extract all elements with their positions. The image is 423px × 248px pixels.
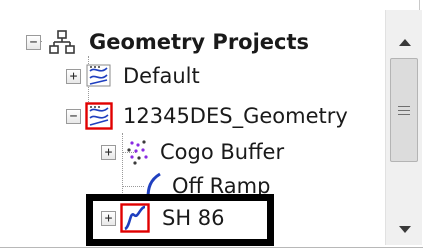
scrollbar-thumb[interactable]	[390, 58, 418, 162]
tree-node-label: Default	[123, 64, 200, 88]
scroll-up-arrow-icon[interactable]	[386, 25, 423, 59]
tree-panel: − Geometry Projects + Default − 12345DES…	[0, 0, 423, 248]
grip-icon	[398, 105, 410, 115]
tree-node-label: Cogo Buffer	[160, 140, 285, 164]
cogo-points-icon	[124, 139, 150, 165]
scroll-down-arrow-icon[interactable]	[386, 213, 423, 247]
alignment-set-selected-icon	[85, 102, 113, 130]
tree-node-sh-86[interactable]: + SH 86	[101, 202, 225, 234]
collapse-icon[interactable]: −	[26, 34, 41, 50]
tree-node-cogo-buffer[interactable]: + Cogo Buffer	[101, 136, 284, 168]
vertical-scrollbar[interactable]	[385, 10, 422, 245]
network-tree-icon	[49, 29, 75, 55]
tree-node-label: SH 86	[162, 206, 225, 230]
tree-node-12345des-geometry[interactable]: − 12345DES_Geometry	[66, 100, 348, 132]
tree-connector	[122, 186, 144, 188]
tree-node-label: Geometry Projects	[89, 30, 310, 54]
alignment-set-icon	[85, 63, 113, 89]
expand-icon[interactable]: +	[101, 144, 116, 160]
expand-icon[interactable]: +	[101, 210, 116, 226]
curve-alignment-selected-icon	[120, 203, 150, 233]
tree-node-label: 12345DES_Geometry	[123, 104, 348, 128]
collapse-icon[interactable]: −	[66, 108, 81, 124]
tree-node-default[interactable]: + Default	[66, 60, 200, 92]
expand-icon[interactable]: +	[66, 68, 81, 84]
tree-node-geometry-projects[interactable]: − Geometry Projects	[26, 26, 309, 58]
